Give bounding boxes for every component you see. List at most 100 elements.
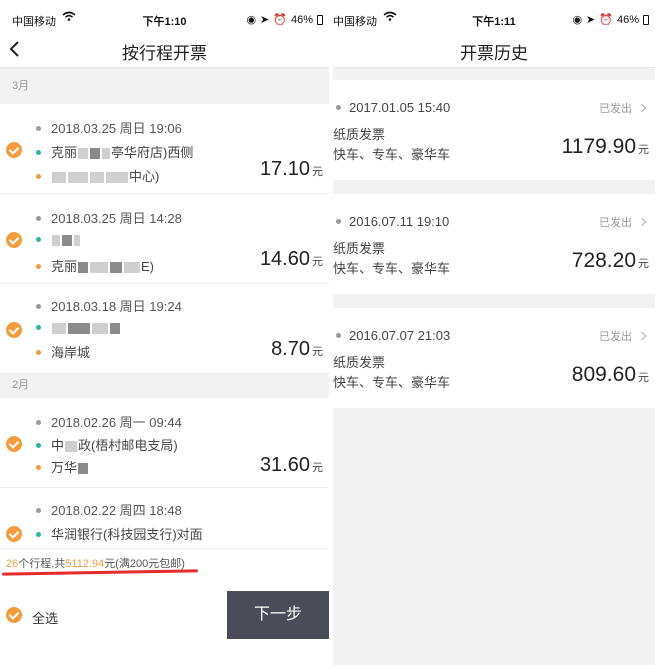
select-all-label[interactable]: 全选 (32, 608, 58, 627)
clock-dot-icon (36, 126, 41, 132)
next-step-button[interactable]: 下一步 (227, 591, 329, 639)
record-datetime: 2016.07.11 19:10 (349, 214, 450, 229)
nav-bar: 按行程开票 (0, 30, 329, 68)
pixelated-text (65, 441, 78, 453)
origin-dot-icon (36, 150, 41, 156)
trip-datetime: 2018.02.26 周一 09:44 (51, 415, 182, 430)
origin-dot-icon (36, 532, 41, 538)
invoice-kind: 纸质发票 (333, 127, 386, 142)
clock-dot-icon (336, 105, 341, 111)
pixelated-text (90, 148, 101, 160)
clock-dot-icon (36, 508, 41, 514)
pixelated-text (74, 235, 80, 247)
pixelated-text (124, 262, 141, 274)
checkbox-checked-icon[interactable] (6, 526, 22, 542)
trip-row[interactable]: 2018.02.22 周四 18:48 华润银行(科技园支行)对面 (0, 488, 329, 548)
pixelated-text (68, 323, 90, 335)
trip-price: 8.70 (271, 338, 310, 360)
record-datetime: 2017.01.05 15:40 (349, 100, 451, 115)
pixelated-text (102, 148, 111, 160)
clock-dot-icon (36, 216, 41, 222)
trip-origin: 中 (51, 438, 65, 453)
chevron-right-icon (637, 217, 647, 227)
ride-types: 快车、专车、豪华车 (333, 375, 451, 390)
trip-price: 17.10 (259, 158, 310, 180)
currency-unit: 元 (312, 346, 323, 358)
pixelated-text (78, 148, 89, 160)
record-datetime: 2016.07.07 21:03 (349, 328, 451, 343)
trip-count-label: 个行程,共 (18, 558, 66, 570)
pixelated-text (52, 235, 60, 247)
total-amount: 5112.94 (65, 558, 105, 570)
battery-icon (317, 14, 323, 25)
currency-unit: 元 (312, 166, 323, 178)
record-status: 已发出 (599, 331, 632, 343)
trip-datetime: 2018.03.25 周日 14:28 (51, 211, 182, 226)
ride-types: 快车、专车、豪华车 (333, 261, 451, 276)
trip-origin-tail: 政(梧村邮电支局) (78, 438, 178, 453)
currency-unit: 元 (638, 144, 649, 156)
selection-summary: 26个行程,共5112.94元(满200元包邮) (0, 548, 329, 578)
alarm-icon: ⏰ (273, 14, 287, 26)
location-icon: ➤ (586, 14, 596, 26)
invoice-record[interactable]: 2017.01.05 15:40 已发出 纸质发票 快车、专车、豪华车 1179… (333, 80, 655, 180)
location-icon: ➤ (260, 14, 270, 26)
pixelated-text (78, 262, 89, 274)
invoice-record[interactable]: 2016.07.11 19:10 已发出 纸质发票 快车、专车、豪华车 728.… (333, 194, 655, 294)
trip-datetime: 2018.03.25 周日 19:06 (51, 121, 182, 136)
trip-row[interactable]: 2018.03.25 周日 14:28 克丽 E) 14.60 元 (0, 194, 329, 284)
pixelated-text (52, 172, 66, 184)
record-amount: 1179.90 (561, 135, 636, 158)
destination-dot-icon (36, 264, 41, 270)
checkbox-checked-icon[interactable] (6, 232, 22, 248)
trip-row[interactable]: 2018.03.18 周日 19:24 海岸城 8.70 元 (0, 284, 329, 374)
destination-dot-icon (36, 465, 41, 471)
pixelated-text (90, 172, 104, 184)
checkbox-checked-icon[interactable] (6, 436, 22, 452)
battery-percent: 46% (290, 13, 313, 26)
checkbox-checked-icon[interactable] (6, 322, 22, 338)
clock-dot-icon (336, 333, 341, 339)
trip-row[interactable]: 2018.03.25 周日 19:06 克丽 亭华府店)西侧 中心) 17.10 元 (0, 104, 329, 194)
chevron-right-icon (637, 103, 647, 113)
ride-types: 快车、专车、豪华车 (333, 147, 451, 162)
page-title: 开票历史 (460, 44, 528, 63)
annotation-underline (1, 569, 199, 576)
status-bar: 中国移动 下午1:10 ◉ ➤ ⏰ 46% (0, 0, 329, 30)
trip-origin: 克丽 (51, 145, 78, 160)
trip-price: 14.60 (259, 248, 310, 270)
clock-dot-icon (36, 420, 41, 426)
origin-dot-icon (36, 443, 41, 449)
trip-destination: 万华 (51, 460, 78, 475)
destination-dot-icon (36, 174, 41, 180)
invoice-record[interactable]: 2016.07.07 21:03 已发出 纸质发票 快车、专车、豪华车 809.… (333, 308, 655, 408)
invoice-history-screen: 中国移动 下午1:11 ◉ ➤ ⏰ 46% 开票历史 2017.01.05 15… (333, 0, 655, 665)
checkbox-checked-icon[interactable] (6, 142, 22, 158)
trip-origin: 华润银行(科技园支行)对面 (51, 527, 203, 542)
pixelated-text (110, 262, 123, 274)
origin-dot-icon (36, 237, 41, 243)
record-amount: 728.20 (571, 249, 636, 272)
pixelated-text (68, 172, 88, 184)
lock-rotation-icon: ◉ (246, 14, 257, 26)
currency-unit: 元 (638, 372, 649, 384)
record-status: 已发出 (599, 217, 632, 229)
trip-invoice-screen: 中国移动 下午1:10 ◉ ➤ ⏰ 46% 按行程开票 3月 2018.03.2… (0, 0, 329, 665)
record-status: 已发出 (599, 103, 632, 115)
pixelated-text (92, 323, 108, 335)
trip-price: 31.60 (259, 454, 310, 476)
nav-bar: 开票历史 (333, 30, 655, 68)
invoice-kind: 纸质发票 (333, 241, 386, 256)
alarm-icon: ⏰ (599, 14, 613, 26)
trip-row[interactable]: 2018.02.26 周一 09:44 中政(梧村邮电支局) 万华 31.60 元 (0, 398, 329, 488)
battery-percent: 46% (616, 13, 639, 26)
battery-icon (643, 14, 649, 25)
trip-destination-tail: 中心) (129, 169, 160, 184)
status-bar: 中国移动 下午1:11 ◉ ➤ ⏰ 46% (333, 0, 655, 30)
currency-unit: 元 (312, 462, 323, 474)
trip-origin-tail: 亭华府店)西侧 (111, 145, 194, 160)
trip-datetime: 2018.02.22 周四 18:48 (51, 503, 182, 518)
invoice-kind: 纸质发票 (333, 355, 386, 370)
select-all-checkbox-icon[interactable] (6, 607, 22, 623)
destination-dot-icon (36, 350, 41, 356)
